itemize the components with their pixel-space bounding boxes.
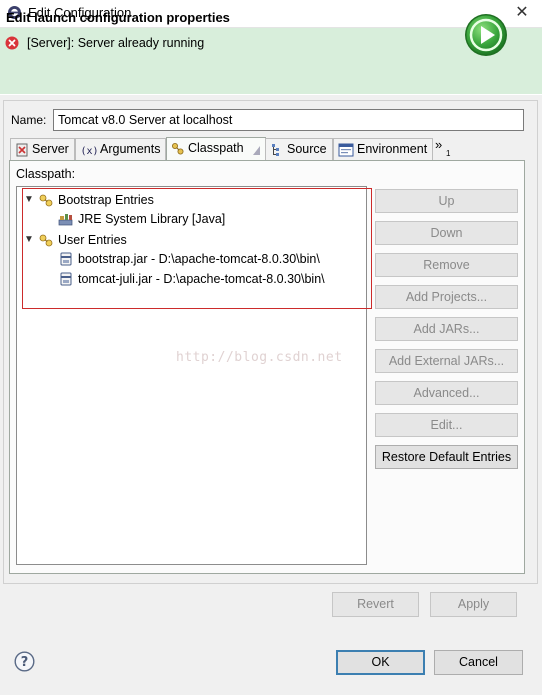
environment-tab-icon	[338, 143, 354, 157]
remove-button[interactable]: Remove	[375, 253, 518, 277]
up-button[interactable]: Up	[375, 189, 518, 213]
close-button[interactable]: ✕	[512, 4, 532, 22]
tab-indicator	[252, 146, 260, 155]
tab-environment[interactable]: Environment	[333, 138, 434, 160]
arguments-tab-icon: (x)=	[81, 146, 98, 157]
edit-button[interactable]: Edit...	[375, 413, 518, 437]
svg-text:(x)=: (x)=	[81, 146, 98, 157]
tab-arguments[interactable]: (x)= Arguments	[75, 138, 167, 160]
add-projects-button[interactable]: Add Projects...	[375, 285, 518, 309]
ok-button[interactable]: OK	[336, 650, 425, 675]
add-external-jars-button[interactable]: Add External JARs...	[375, 349, 518, 373]
tab-server[interactable]: Server	[10, 138, 75, 160]
revert-button[interactable]: Revert	[332, 592, 419, 617]
server-tab-icon	[16, 143, 28, 157]
source-tab-icon	[272, 144, 279, 156]
name-input[interactable]	[53, 109, 524, 131]
apply-button[interactable]: Apply	[430, 592, 517, 617]
tab-source[interactable]: Source	[265, 138, 333, 160]
tab-classpath[interactable]: Classpath	[166, 137, 266, 161]
run-icon	[465, 14, 507, 56]
help-icon[interactable]: ?	[14, 651, 35, 672]
classpath-tab-icon	[172, 143, 184, 155]
down-button[interactable]: Down	[375, 221, 518, 245]
tab-label: Classpath	[188, 141, 244, 155]
name-label: Name:	[11, 113, 47, 127]
watermark: http://blog.csdn.net	[176, 350, 343, 365]
tab-label: Source	[287, 142, 327, 156]
svg-text:?: ?	[21, 655, 29, 670]
tab-label: Arguments	[100, 142, 161, 156]
tab-label: Server	[32, 142, 69, 156]
more-tabs-count: 1	[446, 149, 451, 158]
annotation-highlight-box	[22, 188, 372, 309]
banner-title: Edit launch configuration properties	[6, 10, 230, 25]
banner-message: [Server]: Server already running	[27, 36, 205, 50]
restore-default-entries-button[interactable]: Restore Default Entries	[375, 445, 518, 469]
cancel-button[interactable]: Cancel	[434, 650, 523, 675]
add-jars-button[interactable]: Add JARs...	[375, 317, 518, 341]
more-tabs-button[interactable]: »	[435, 137, 442, 152]
tab-label: Environment	[357, 142, 428, 156]
advanced-button[interactable]: Advanced...	[375, 381, 518, 405]
error-icon	[5, 36, 19, 50]
classpath-label: Classpath:	[16, 167, 76, 181]
